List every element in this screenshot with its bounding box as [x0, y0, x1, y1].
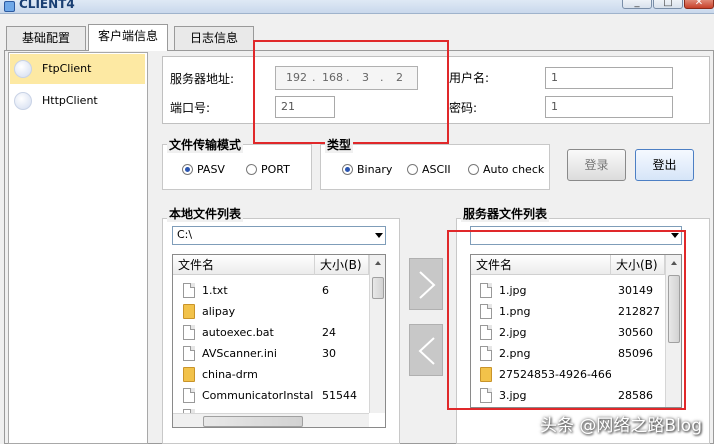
- chevron-left-icon: [418, 337, 435, 365]
- binary-radio[interactable]: [342, 164, 353, 175]
- scrollbar-thumb[interactable]: [203, 416, 303, 427]
- auto-check-label: Auto check: [483, 163, 545, 176]
- file-size: 6: [322, 284, 329, 297]
- tab-client-info[interactable]: 客户端信息: [88, 24, 168, 51]
- maximize-button[interactable]: □: [653, 0, 683, 9]
- table-row[interactable]: CommunicatorInstall... 51544: [173, 385, 369, 406]
- username-label: 用户名:: [449, 71, 490, 85]
- chevron-down-icon: [375, 233, 383, 238]
- table-row[interactable]: 1.txt 6: [173, 280, 369, 301]
- window-title: CLIENT4: [19, 0, 75, 11]
- pasv-label: PASV: [197, 163, 225, 176]
- login-button[interactable]: 登录: [567, 149, 626, 181]
- auto-check-radio[interactable]: [468, 164, 479, 175]
- client-dot-icon: [14, 60, 32, 78]
- file-icon: [183, 346, 195, 361]
- local-file-table: 文件名 大小(B) 1.txt 6 alipay autoexec.bat 24…: [172, 254, 386, 428]
- binary-label: Binary: [357, 163, 393, 176]
- username-input[interactable]: 1: [545, 67, 673, 89]
- column-header-name[interactable]: 文件名: [173, 255, 315, 275]
- chevron-right-icon: [419, 271, 436, 299]
- file-icon: [183, 325, 195, 340]
- minimize-button[interactable]: _: [622, 0, 652, 9]
- file-name: CommunicatorInstall...: [202, 389, 314, 402]
- column-header-size[interactable]: 大小(B): [315, 255, 369, 275]
- local-table-header: 文件名 大小(B): [173, 255, 385, 275]
- logout-button[interactable]: 登出: [635, 149, 694, 181]
- scrollbar-thumb[interactable]: [372, 277, 384, 299]
- table-row[interactable]: autoexec.bat 24: [173, 322, 369, 343]
- file-size: 51544: [322, 389, 357, 402]
- highlight-box-ip: [253, 40, 449, 144]
- local-drive-value: C:\: [177, 228, 193, 241]
- file-name: 1.txt: [202, 284, 228, 297]
- sidebar-item-label: HttpClient: [42, 94, 98, 107]
- app-icon: [4, 1, 15, 12]
- folder-icon: [183, 367, 195, 382]
- file-name: AVScanner.ini: [202, 347, 277, 360]
- download-button[interactable]: [409, 324, 443, 376]
- server-file-title: 服务器文件列表: [461, 205, 550, 222]
- sidebar-item-ftpclient[interactable]: FtpClient: [10, 54, 145, 84]
- table-row[interactable]: AVScanner.ini 30: [173, 343, 369, 364]
- sidebar-item-httpclient[interactable]: HttpClient: [10, 86, 145, 116]
- file-icon: [183, 283, 195, 298]
- password-input[interactable]: 1: [545, 96, 673, 118]
- folder-icon: [183, 304, 195, 319]
- file-name: autoexec.bat: [202, 326, 274, 339]
- port-radio[interactable]: [246, 164, 257, 175]
- local-vertical-scrollbar[interactable]: [369, 255, 385, 413]
- file-size: [322, 301, 367, 322]
- minimize-icon: _: [634, 0, 640, 8]
- close-icon: ✕: [694, 0, 704, 8]
- file-icon: [183, 388, 195, 403]
- server-address-label: 服务器地址:: [170, 72, 235, 86]
- scroll-up-icon: [375, 261, 381, 265]
- file-size: [322, 364, 367, 385]
- transfer-mode-title: 文件传输模式: [167, 136, 244, 153]
- highlight-box-server-list: [447, 230, 686, 410]
- file-name: alipay: [202, 305, 236, 318]
- close-button[interactable]: ✕: [684, 0, 714, 9]
- file-size: 24: [322, 326, 336, 339]
- local-file-title: 本地文件列表: [167, 205, 244, 222]
- port-label: 端口号:: [170, 101, 211, 115]
- tab-log-info[interactable]: 日志信息: [174, 26, 254, 50]
- port-mode-label: PORT: [261, 163, 290, 176]
- pasv-radio[interactable]: [182, 164, 193, 175]
- type-title: 类型: [325, 136, 354, 153]
- ascii-label: ASCII: [422, 163, 451, 176]
- file-name: china-drm: [202, 368, 258, 381]
- upload-button[interactable]: [409, 258, 443, 310]
- table-row[interactable]: alipay: [173, 301, 369, 322]
- sidebar-item-label: FtpClient: [42, 62, 92, 75]
- tab-basic-config[interactable]: 基础配置: [6, 26, 86, 50]
- password-label: 密码:: [449, 101, 478, 115]
- local-drive-select[interactable]: C:\: [172, 226, 386, 245]
- file-size: 30: [322, 347, 336, 360]
- maximize-icon: □: [663, 0, 673, 8]
- table-row[interactable]: china-drm: [173, 364, 369, 385]
- local-horizontal-scrollbar[interactable]: [173, 413, 369, 427]
- title-bar: [0, 0, 714, 14]
- ascii-radio[interactable]: [407, 164, 418, 175]
- client-dot-icon: [14, 92, 32, 110]
- watermark-text: 头条 @网络之路Blog: [540, 416, 702, 436]
